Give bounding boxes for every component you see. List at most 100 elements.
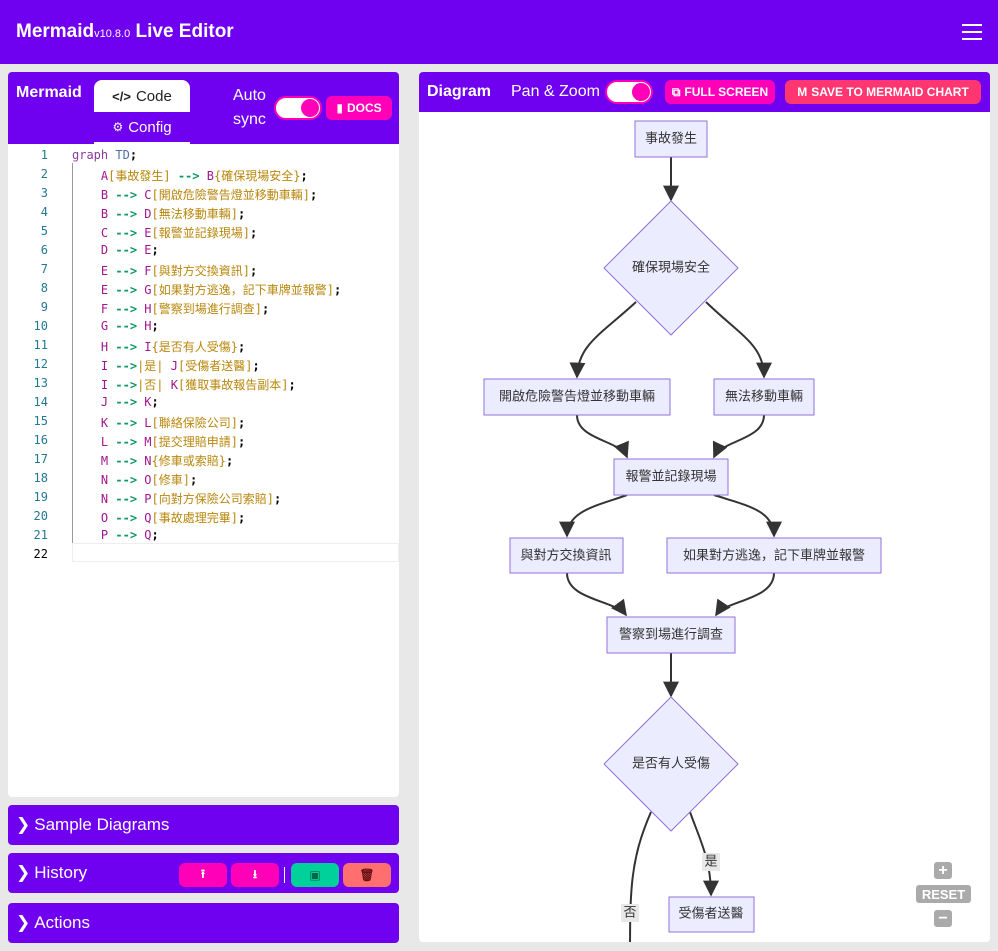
line-number: 10 (33, 319, 48, 333)
tab-code[interactable]: </> Code (94, 80, 190, 112)
code-line[interactable]: P --> Q; (72, 528, 159, 542)
code-token: [與對方交換資訊] (151, 264, 250, 278)
reset-zoom-button[interactable]: RESET (916, 885, 971, 903)
code-token: [獲取事故報告副本] (177, 378, 289, 392)
save-button[interactable]: ▣ (291, 863, 339, 887)
full-screen-button[interactable]: ⧉ FULL SCREEN (665, 80, 775, 104)
code-line[interactable]: I -->|否| K[獲取事故報告副本]; (72, 376, 296, 393)
diagram-canvas[interactable]: 事故發生 確保現場安全 開啟危險警告燈並移動車輛 無法移動車輛 報警並記錄現場 … (419, 112, 990, 942)
line-number: 21 (33, 528, 48, 542)
code-line[interactable]: B --> D[無法移動車輛]; (72, 205, 245, 222)
edge-I-K (629, 811, 652, 942)
node-label: 是否有人受傷 (632, 757, 710, 772)
line-number: 11 (33, 338, 48, 352)
line-number: 13 (33, 376, 48, 390)
hamburger-icon[interactable] (962, 24, 982, 40)
save-chart-label: SAVE TO MERMAID CHART (811, 85, 969, 99)
code-line[interactable]: graph TD; (72, 148, 137, 162)
node-label: 與對方交換資訊 (520, 548, 611, 564)
code-line[interactable]: H --> I{是否有人受傷}; (72, 338, 245, 355)
code-token: --> (115, 528, 138, 542)
version: v10.8.0 (94, 28, 131, 40)
code-line[interactable]: J --> K; (72, 395, 159, 409)
pan-zoom-toggle[interactable] (605, 80, 653, 104)
upload-button[interactable]: ⭱ (179, 863, 227, 887)
code-line[interactable]: M --> N{修車或索賠}; (72, 452, 233, 469)
docs-label: DOCS (346, 101, 382, 115)
code-token: K (144, 395, 152, 409)
code-line[interactable]: L --> M[提交理賠申請]; (72, 433, 245, 450)
code-token: [受傷者送醫] (177, 359, 253, 373)
code-line[interactable]: I -->|是| J[受傷者送醫]; (72, 357, 260, 374)
line-number: 4 (40, 205, 48, 219)
line-number: 12 (33, 357, 48, 371)
code-token: ; (129, 148, 138, 162)
code-token: F (144, 264, 152, 278)
code-token: --> (115, 283, 138, 297)
chevron-right-icon: ❯ (16, 863, 31, 882)
code-line[interactable]: N --> P[向對方保險公司索賠]; (72, 490, 281, 507)
code-token: --> (115, 319, 138, 333)
code-line[interactable]: F --> H[警察到場進行調查]; (72, 300, 269, 317)
delete-button[interactable]: 🗑 (343, 863, 391, 887)
code-token: M (144, 435, 152, 449)
code-line[interactable]: A[事故發生] --> B{確保現場安全}; (72, 167, 308, 184)
line-number: 8 (40, 281, 48, 295)
code-token: G (144, 283, 152, 297)
zoom-in-button[interactable]: + (934, 862, 952, 879)
code-line[interactable]: B --> C[開啟危險警告燈並移動車輛]; (72, 186, 317, 203)
code-line[interactable]: G --> H; (72, 319, 159, 333)
code-line[interactable]: E --> F[與對方交換資訊]; (72, 262, 257, 279)
code-line[interactable]: D --> E; (72, 243, 159, 257)
code-token: ; (151, 243, 159, 257)
code-token: O (144, 473, 152, 487)
actions-accordion[interactable]: ❯ Actions (8, 903, 399, 943)
code-token: [開啟危險警告燈並移動車輛] (151, 188, 310, 202)
docs-button[interactable]: ▮ DOCS (326, 96, 392, 120)
editor-title: Mermaid (16, 84, 82, 101)
code-line[interactable]: E --> G[如果對方逃逸，記下車牌並報警]; (72, 281, 341, 298)
code-line[interactable]: N --> O[修車]; (72, 471, 197, 488)
code-token: --> (115, 359, 138, 373)
code-token: --> (115, 264, 138, 278)
sample-diagrams-accordion[interactable]: ❯ Sample Diagrams (8, 805, 399, 845)
code-token: --> (115, 226, 138, 240)
history-accordion[interactable]: ❯ History ⭱ ⭳ ▣ 🗑 (8, 853, 399, 893)
code-line[interactable]: C --> E[報警並記錄現場]; (72, 224, 257, 241)
mermaid-logo-icon: M (797, 85, 808, 99)
chevron-right-icon: ❯ (16, 815, 31, 834)
line-number: 3 (40, 186, 48, 200)
code-token: graph (72, 148, 109, 162)
zoom-out-button[interactable]: − (934, 910, 952, 927)
code-token: --> (115, 243, 138, 257)
code-token: --> (115, 454, 138, 468)
auto-sync-toggle[interactable] (274, 96, 322, 120)
code-line[interactable]: O --> Q[事故處理完畢]; (72, 509, 245, 526)
code-token: ; (261, 302, 270, 316)
code-token: K (170, 378, 178, 392)
edge-F-H (566, 572, 627, 617)
tab-config[interactable]: ⚙ Config (94, 112, 190, 144)
code-token: ; (237, 207, 246, 221)
plus-icon: + (938, 861, 948, 879)
code-token: ; (273, 492, 282, 506)
node-label: 警察到場進行調查 (619, 627, 723, 643)
code-token: Q (144, 511, 152, 525)
code-line[interactable]: K --> L[聯絡保險公司]; (72, 414, 245, 431)
code-token: --> (177, 169, 200, 183)
code-token: --> (115, 395, 138, 409)
save-to-mermaid-chart-button[interactable]: M SAVE TO MERMAID CHART (785, 80, 981, 104)
download-button[interactable]: ⭳ (231, 863, 279, 887)
